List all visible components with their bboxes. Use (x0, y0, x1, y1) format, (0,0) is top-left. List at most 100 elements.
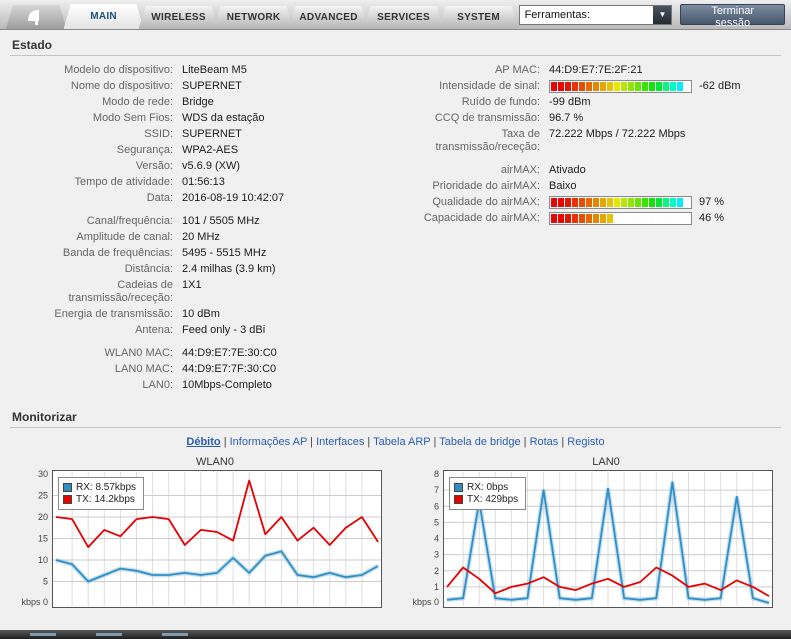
field-label: Nome do dispositivo: (14, 80, 182, 93)
status-row-ssid: SSID:SUPERNET (14, 128, 399, 141)
tab-services[interactable]: SERVICES (364, 6, 444, 29)
field-label: Energia de transmissão: (14, 308, 182, 321)
monitor-section-title: Monitorizar (10, 408, 781, 428)
tab-advanced[interactable]: ADVANCED (289, 6, 369, 29)
monitor-link-debito[interactable]: Débito (186, 436, 220, 448)
throughput-charts: WLAN0kbps 051015202530RX: 8.57kbpsTX: 14… (10, 456, 781, 611)
monitor-link-registo[interactable]: Registo (567, 436, 604, 448)
monitor-link-tabela-arp[interactable]: Tabela ARP (373, 436, 430, 448)
status-row-banda-de-frequencias: Banda de frequências:5495 - 5515 MHz (14, 247, 399, 260)
monitor-link-interfaces[interactable]: Interfaces (316, 436, 364, 448)
chart-title: LAN0 (407, 456, 775, 468)
qualidade-do-airmax-gauge (549, 196, 692, 209)
field-label: Distância: (14, 263, 182, 276)
field-label: LAN0: (14, 379, 182, 392)
status-row-nome-do-dispositivo: Nome do dispositivo:SUPERNET (14, 80, 399, 93)
status-row-lan0: LAN0:10Mbps-Completo (14, 379, 399, 392)
chart-legend: RX: 8.57kbpsTX: 14.2kbps (58, 477, 144, 510)
tab-main[interactable]: MAIN (64, 4, 144, 29)
field-label: Prioridade do airMAX: (399, 180, 549, 193)
status-row-wlan0-mac: WLAN0 MAC:44:D9:E7:7E:30:C0 (14, 347, 399, 360)
monitor-link-informacoes-ap[interactable]: Informações AP (230, 436, 307, 448)
tools-dropdown[interactable]: Ferramentas: ▼ (519, 5, 673, 25)
svg-text:20: 20 (38, 512, 48, 522)
status-row-distancia: Distância:2.4 milhas (3.9 km) (14, 263, 399, 276)
status-row-lan0-mac: LAN0 MAC:44:D9:E7:7F:30:C0 (14, 363, 399, 376)
svg-text:2: 2 (434, 566, 439, 576)
ubiquiti-logo[interactable] (6, 5, 67, 29)
field-value: Baixo (549, 180, 577, 193)
chart-title: WLAN0 (16, 456, 384, 468)
status-row-ap-mac: AP MAC:44:D9:E7:7E:2F:21 (399, 64, 781, 77)
legend-label: TX: 14.2kbps (76, 494, 135, 505)
field-value: 44:D9:E7:7E:30:C0 (182, 347, 277, 360)
field-value: LiteBeam M5 (182, 64, 247, 77)
field-value: 1X1 (182, 279, 202, 292)
tab-wireless[interactable]: WIRELESS (139, 6, 219, 29)
status-row-versao: Versão:v5.6.9 (XW) (14, 160, 399, 173)
tab-network[interactable]: NETWORK (214, 6, 294, 29)
svg-text:6: 6 (434, 501, 439, 511)
capacidade-do-airmax-gauge (549, 212, 692, 225)
chart-plot-wlan0: kbps 051015202530RX: 8.57kbpsTX: 14.2kbp… (16, 470, 384, 611)
status-row-data: Data:2016-08-19 10:42:07 (14, 192, 399, 205)
field-label: Amplitude de canal: (14, 231, 182, 244)
field-value: 20 MHz (182, 231, 220, 244)
status-row-qualidade-do-airmax: Qualidade do airMAX:97 % (399, 196, 781, 209)
tools-dropdown-value: Ferramentas: (520, 6, 654, 24)
legend-item: RX: 0bps (454, 482, 518, 493)
legend-swatch (454, 495, 463, 504)
status-left-column: Modelo do dispositivo:LiteBeam M5Nome do… (14, 64, 399, 402)
field-label: CCQ de transmissão: (399, 112, 549, 125)
status-row-seguranca: Segurança:WPA2-AES (14, 144, 399, 157)
status-row-modo-sem-fios: Modo Sem Fios:WDS da estação (14, 112, 399, 125)
tab-bar: MAINWIRELESSNETWORKADVANCEDSERVICESSYSTE… (69, 4, 519, 29)
field-value: SUPERNET (182, 80, 242, 93)
field-value: -62 dBm (549, 80, 741, 93)
svg-text:8: 8 (434, 470, 439, 479)
field-label: Modelo do dispositivo: (14, 64, 182, 77)
monitor-link-rotas[interactable]: Rotas (530, 436, 559, 448)
legend-swatch (63, 495, 72, 504)
field-value: v5.6.9 (XW) (182, 160, 240, 173)
svg-text:15: 15 (38, 534, 48, 544)
tab-system[interactable]: SYSTEM (439, 6, 519, 29)
legend-item: RX: 8.57kbps (63, 482, 136, 493)
field-value: Bridge (182, 96, 214, 109)
field-value: 46 % (549, 212, 724, 225)
svg-text:5: 5 (43, 577, 48, 587)
legend-item: TX: 429bps (454, 494, 518, 505)
field-label: SSID: (14, 128, 182, 141)
monitor-link-tabela-de-bridge[interactable]: Tabela de bridge (439, 436, 520, 448)
status-row-energia-de-transmissao: Energia de transmissão:10 dBm (14, 308, 399, 321)
svg-text:25: 25 (38, 491, 48, 501)
logout-button[interactable]: Terminar sessão (680, 4, 785, 25)
legend-label: TX: 429bps (467, 494, 518, 505)
field-value: 96.7 % (549, 112, 583, 125)
status-row-taxa-de-transmissao-rececao: Taxa de transmissão/receção:72.222 Mbps … (399, 128, 781, 154)
svg-text:kbps 0: kbps 0 (21, 597, 48, 607)
field-value: -99 dBm (549, 96, 591, 109)
top-navigation: MAINWIRELESSNETWORKADVANCEDSERVICESSYSTE… (0, 0, 791, 30)
chart-legend: RX: 0bpsTX: 429bps (449, 477, 526, 510)
field-value: WDS da estação (182, 112, 265, 125)
field-label: AP MAC: (399, 64, 549, 77)
field-value: 44:D9:E7:7F:30:C0 (182, 363, 276, 376)
svg-text:10: 10 (38, 555, 48, 565)
svg-text:1: 1 (434, 582, 439, 592)
legend-swatch (63, 483, 72, 492)
link-separator: | (364, 436, 373, 448)
status-row-antena: Antena:Feed only - 3 dBi (14, 324, 399, 337)
status-row-ccq-de-transmissao: CCQ de transmissão:96.7 % (399, 112, 781, 125)
chart-wlan0: WLAN0kbps 051015202530RX: 8.57kbpsTX: 14… (16, 456, 384, 611)
status-section-title: Estado (10, 36, 781, 56)
field-label: Canal/frequência: (14, 215, 182, 228)
field-label: Modo Sem Fios: (14, 112, 182, 125)
airos-page: MAINWIRELESSNETWORKADVANCEDSERVICESSYSTE… (0, 0, 791, 639)
status-row-ruido-de-fundo: Ruído de fundo:-99 dBm (399, 96, 781, 109)
svg-text:5: 5 (434, 517, 439, 527)
chevron-down-icon[interactable]: ▼ (653, 6, 671, 24)
field-label: Taxa de transmissão/receção: (399, 128, 549, 154)
field-label: Cadeias de transmissão/receção: (14, 279, 182, 305)
status-panel: Modelo do dispositivo:LiteBeam M5Nome do… (10, 64, 781, 402)
